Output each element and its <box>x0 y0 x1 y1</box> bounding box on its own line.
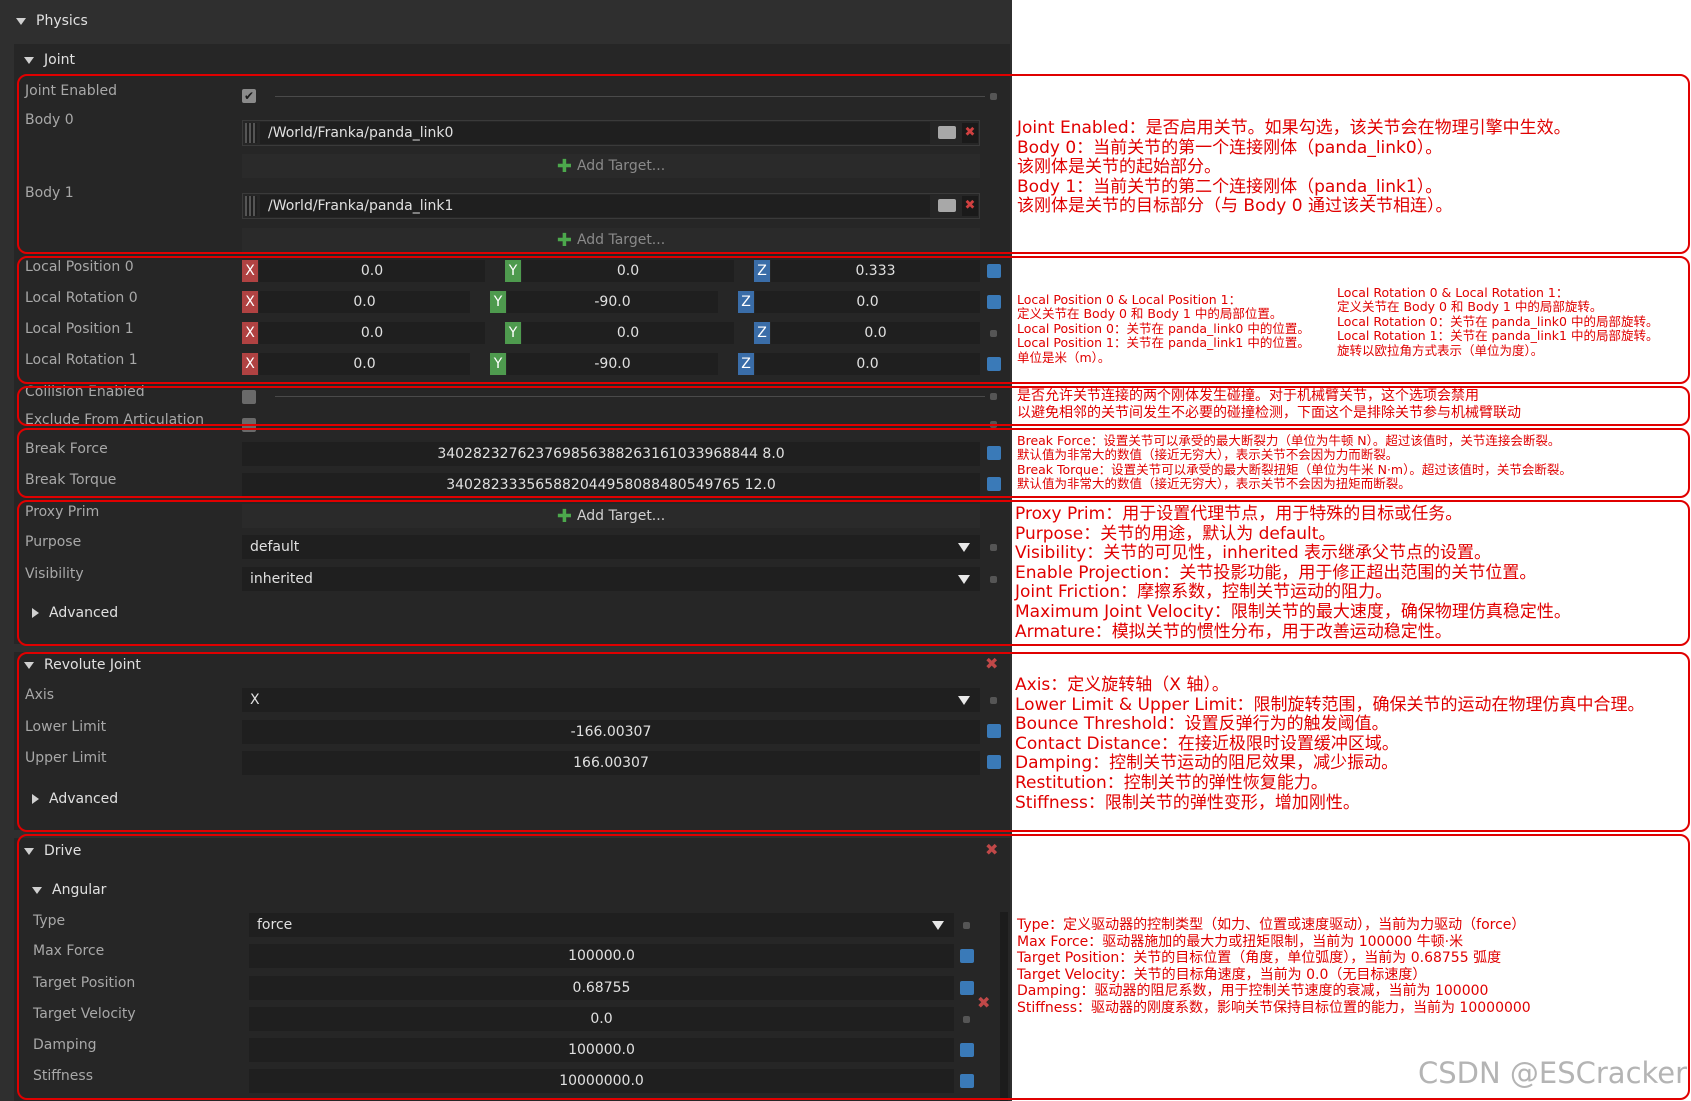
annotation-line: Bounce Threshold：设置反弹行为的触发阈值。 <box>1015 714 1389 735</box>
annotation-line: Type：定义驱动器的控制类型（如力、位置或速度驱动），当前为力驱动（force… <box>1017 917 1526 933</box>
annotation-line: Target Velocity：关节的目标角速度，当前为 0.0（无目标速度） <box>1017 966 1427 983</box>
physics-header[interactable]: Physics <box>16 10 88 32</box>
annotation-line: Joint Friction：摩擦系数，控制关节运动的阻力。 <box>1015 582 1393 603</box>
annotation-line: 默认值为非常大的数值（接近无穷大），表示关节不会因为力而断裂。 <box>1017 447 1399 463</box>
annotation-line: 是否允许关节连接的两个刚体发生碰撞。对于机械臂关节，这个选项会禁用 <box>1017 388 1479 404</box>
annotation-line: Break Force：设置关节可以承受的最大断裂力（单位为牛顿 N）。超过该值… <box>1017 433 1561 448</box>
annotation-drive: Type：定义驱动器的控制类型（如力、位置或速度驱动），当前为力驱动（force… <box>1017 917 1531 1017</box>
annotation-joint-body: Joint Enabled：是否启用关节。如果勾选，该关节会在物理引擎中生效。 B… <box>1017 118 1571 217</box>
annotation-line: Local Rotation 1：关节在 panda_link1 中的局部旋转。 <box>1337 328 1659 344</box>
annotation-line: 默认值为非常大的数值（接近无穷大），表示关节不会因为扭矩而断裂。 <box>1017 476 1411 492</box>
annotation-line: Restitution：控制关节的弹性恢复能力。 <box>1015 772 1328 793</box>
annotation-line: Purpose：关节的用途，默认为 default。 <box>1015 523 1336 544</box>
annotation-line: Body 0：当前关节的第一个连接刚体（panda_link0）。 <box>1017 137 1443 158</box>
annotation-line: Joint Enabled：是否启用关节。如果勾选，该关节会在物理引擎中生效。 <box>1017 118 1571 138</box>
annotation-collision: 是否允许关节连接的两个刚体发生碰撞。对于机械臂关节，这个选项会禁用 以避免相邻的关… <box>1017 388 1521 421</box>
annotation-line: 该刚体是关节的起始部分。 <box>1017 157 1221 178</box>
annotation-line: Damping：控制关节运动的阻尼效果，减少振动。 <box>1015 753 1399 774</box>
annotation-proxy: Proxy Prim：用于设置代理节点，用于特殊的目标或任务。 Purpose：关… <box>1015 504 1571 642</box>
annotation-line: 定义关节在 Body 0 和 Body 1 中的局部位置。 <box>1017 306 1283 322</box>
annotation-line: Axis：定义旋转轴（X 轴）。 <box>1015 675 1229 695</box>
annotation-line: Max Force：驱动器施加的最大力或扭矩限制，当前为 100000 牛顿·米 <box>1017 933 1464 950</box>
annotation-line: Contact Distance：在接近极限时设置缓冲区域。 <box>1015 733 1399 754</box>
annotation-line: Body 1：当前关节的第二个连接刚体（panda_link1）。 <box>1017 176 1443 197</box>
annotation-line: Maximum Joint Velocity：限制关节的最大速度，确保物理仿真稳… <box>1015 601 1571 622</box>
annotation-line: Break Torque：设置关节可以承受的最大断裂扭矩（单位为牛米 N·m）。… <box>1017 461 1572 477</box>
annotation-local-rotation: Local Rotation 0 & Local Rotation 1： 定义关节… <box>1337 285 1659 358</box>
annotation-line: Armature：模拟关节的惯性分布，用于改善运动稳定性。 <box>1015 621 1452 642</box>
annotation-line: Local Position 1：关节在 panda_link1 中的位置。 <box>1017 335 1310 351</box>
annotation-line: Lower Limit & Upper Limit：限制旋转范围，确保关节的运动… <box>1015 694 1645 715</box>
joint-header[interactable]: Joint <box>24 49 75 71</box>
annotation-line: Target Position：关节的目标位置（角度，单位弧度），当前为 0.6… <box>1017 950 1502 967</box>
annotation-revolute: Axis：定义旋转轴（X 轴）。 Lower Limit & Upper Limi… <box>1015 675 1645 813</box>
annotation-break: Break Force：设置关节可以承受的最大断裂力（单位为牛顿 N）。超过该值… <box>1017 433 1572 492</box>
watermark: CSDN @ESCracker <box>1418 1056 1688 1090</box>
annotation-local-position: Local Position 0 & Local Position 1： 定义关节… <box>1017 292 1310 365</box>
annotation-line: 以避免相邻的关节间发生不必要的碰撞检测，下面这个是排除关节参与机械臂联动 <box>1017 404 1521 421</box>
annotation-line: 该刚体是关节的目标部分（与 Body 0 通过该关节相连）。 <box>1017 196 1453 217</box>
annotation-line: Proxy Prim：用于设置代理节点，用于特殊的目标或任务。 <box>1015 504 1463 524</box>
collapse-icon <box>24 56 34 64</box>
annotation-line: Local Rotation 0 & Local Rotation 1： <box>1337 285 1569 300</box>
annotation-line: Stiffness：限制关节的弹性变形，增加刚性。 <box>1015 792 1360 813</box>
joint-title: Joint <box>44 52 75 68</box>
annotation-line: Visibility：关节的可见性，inherited 表示继承父节点的设置。 <box>1015 543 1492 564</box>
annotation-line: 定义关节在 Body 0 和 Body 1 中的局部旋转。 <box>1337 299 1603 315</box>
annotation-line: Local Position 0 & Local Position 1： <box>1017 292 1242 307</box>
annotation-line: Damping：驱动器的阻尼系数，用于控制关节速度的衰减，当前为 100000 <box>1017 983 1489 1000</box>
collapse-icon <box>16 17 26 25</box>
annotation-line: Local Rotation 0：关节在 panda_link0 中的局部旋转。 <box>1337 313 1659 329</box>
annotation-line: 单位是米（m）。 <box>1017 349 1111 365</box>
physics-title: Physics <box>36 13 88 29</box>
annotation-line: Local Position 0：关节在 panda_link0 中的位置。 <box>1017 320 1310 336</box>
annotation-line: Enable Projection：关节投影功能，用于修正超出范围的关节位置。 <box>1015 562 1537 583</box>
annotation-line: 旋转以欧拉角方式表示（单位为度）。 <box>1337 342 1544 358</box>
annotation-line: Stiffness：驱动器的刚度系数，影响关节保持目标位置的能力，当前为 100… <box>1017 999 1531 1016</box>
